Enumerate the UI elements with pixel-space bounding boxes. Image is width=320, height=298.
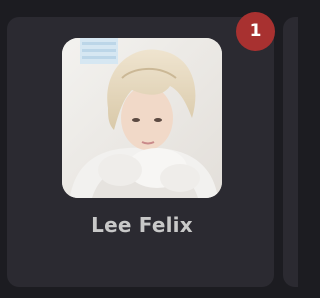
screen: Lee Felix 1 (0, 0, 298, 298)
person-photo-icon (62, 38, 222, 198)
avatar (62, 38, 222, 198)
profile-name: Lee Felix (91, 213, 193, 237)
notification-badge: 1 (236, 12, 275, 51)
next-profile-card[interactable] (283, 17, 298, 287)
